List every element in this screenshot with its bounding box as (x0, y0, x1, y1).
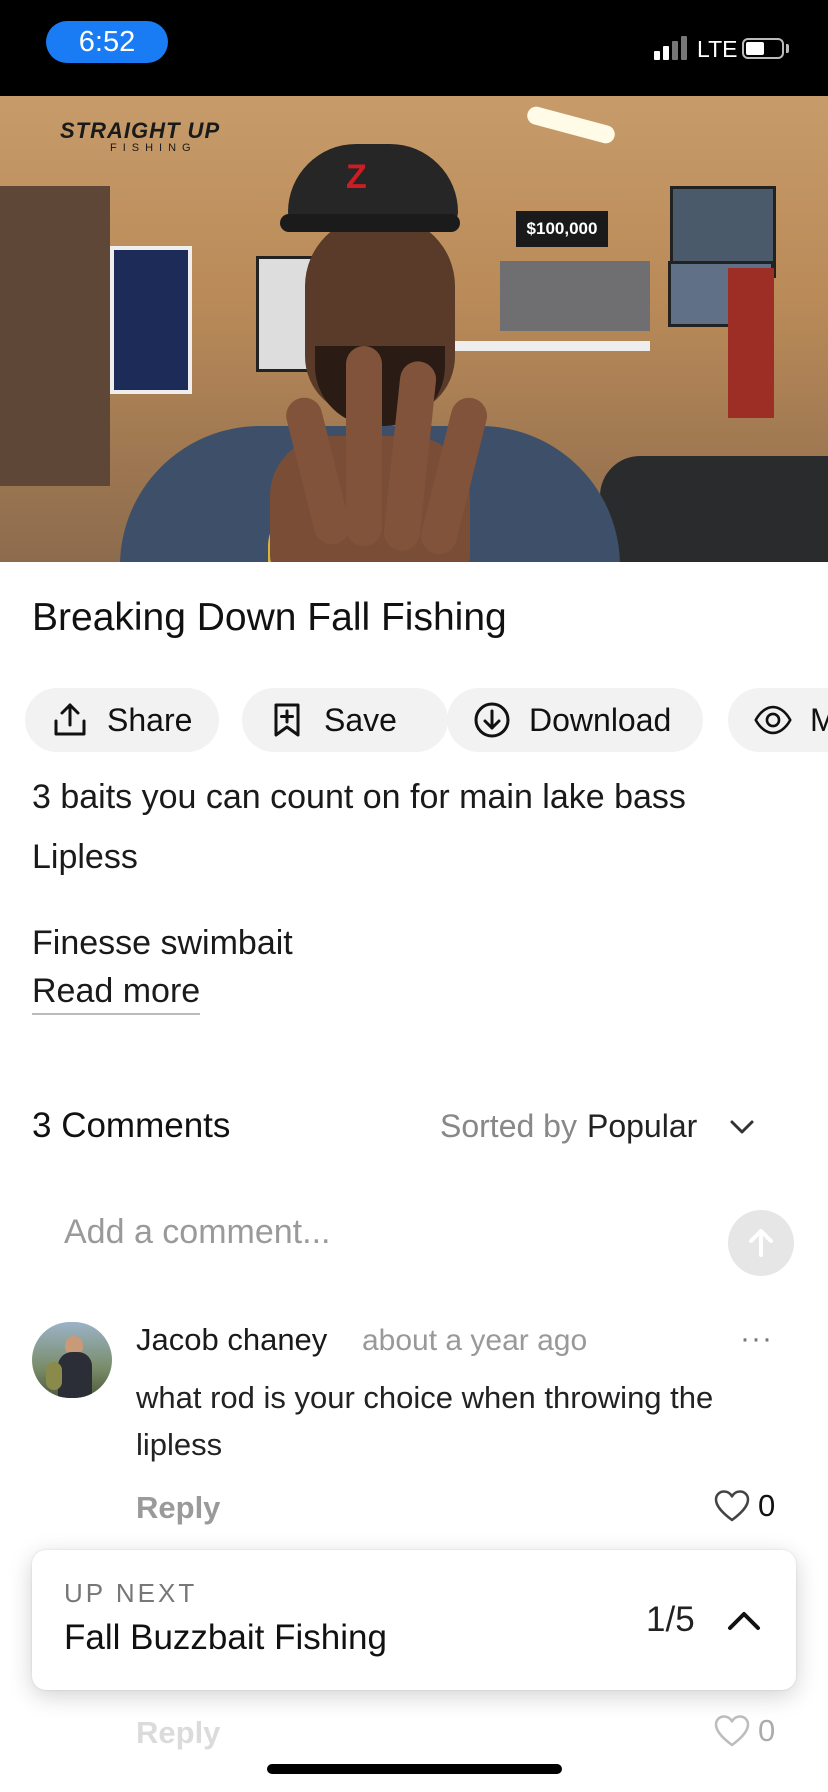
watch-button[interactable]: M (728, 688, 828, 752)
battery-icon (742, 38, 784, 59)
cap-brim (280, 214, 460, 232)
chevron-down-icon (730, 1120, 754, 1133)
battery-tip (786, 44, 789, 53)
status-time: 6:52 (46, 21, 168, 63)
share-label: Share (107, 701, 193, 738)
eye-icon (754, 705, 792, 735)
comment-text: what rod is your choice when throwing th… (136, 1380, 714, 1462)
pegboard (0, 186, 110, 486)
signal-icon (654, 36, 690, 60)
like-button[interactable]: 0 (714, 1713, 775, 1749)
like-count: 0 (758, 1713, 776, 1748)
description-line: Finesse swimbait (32, 924, 293, 962)
cabinets (500, 261, 650, 331)
boat (600, 456, 828, 562)
shelf (450, 341, 650, 351)
home-indicator[interactable] (267, 1764, 562, 1774)
comments-count: 3 Comments (32, 1106, 231, 1145)
share-button[interactable]: Share (25, 688, 219, 752)
download-label: Download (529, 701, 672, 738)
reply-button[interactable]: Reply (136, 1715, 220, 1751)
channel-logo-main: STRAIGHT UP (60, 118, 221, 143)
plaid-shirt (728, 268, 774, 418)
action-bar: Share Save Download M (25, 688, 828, 752)
comment-timestamp: about a year ago (362, 1324, 588, 1357)
prize-sign: $100,000 (516, 211, 608, 247)
description-line: Lipless (32, 838, 138, 876)
up-next-label: UP NEXT (64, 1578, 198, 1608)
carrier-label: LTE (697, 36, 738, 62)
up-next-title: Fall Buzzbait Fishing (64, 1618, 387, 1657)
watch-label: M (810, 701, 828, 738)
description-line: 3 baits you can count on for main lake b… (32, 778, 686, 816)
download-button[interactable]: Download (447, 688, 703, 752)
video-title: Breaking Down Fall Fishing (32, 596, 507, 639)
heart-icon (714, 1490, 750, 1522)
finger (346, 346, 382, 546)
sort-value: Popular (586, 1108, 698, 1144)
read-more-link[interactable]: Read more (32, 972, 201, 1015)
heart-icon (714, 1715, 750, 1747)
arrow-up-icon (749, 1229, 773, 1257)
bookmark-plus-icon (274, 703, 300, 737)
up-next-position: 1/5 (646, 1600, 695, 1639)
save-label: Save (324, 701, 397, 738)
sort-label: Sorted by (440, 1108, 577, 1144)
channel-logo: STRAIGHT UP FISHING (60, 118, 220, 154)
like-button[interactable]: 0 (714, 1488, 775, 1524)
status-bar: 6:52 LTE (0, 0, 828, 96)
jersey-frame (110, 246, 192, 394)
more-options-icon[interactable]: ··· (740, 1322, 773, 1356)
comment-input[interactable] (64, 1213, 604, 1252)
sort-dropdown[interactable]: Sorted by Popular (440, 1108, 757, 1145)
send-comment-button[interactable] (728, 1210, 794, 1276)
chevron-up-icon[interactable] (722, 1598, 766, 1642)
download-icon (474, 702, 510, 738)
save-button[interactable]: Save (242, 688, 448, 752)
up-next-card[interactable]: UP NEXT Fall Buzzbait Fishing 1/5 (32, 1550, 796, 1690)
avatar[interactable] (32, 1322, 112, 1398)
reply-button[interactable]: Reply (136, 1490, 220, 1526)
video-player[interactable]: $100,000 Z STRAIGHT UP FISHING (0, 96, 828, 562)
ceiling-light (525, 104, 617, 146)
comment-author[interactable]: Jacob chaney (136, 1322, 327, 1358)
share-icon (54, 703, 86, 736)
like-count: 0 (758, 1488, 776, 1523)
cap-logo: Z (346, 158, 367, 196)
